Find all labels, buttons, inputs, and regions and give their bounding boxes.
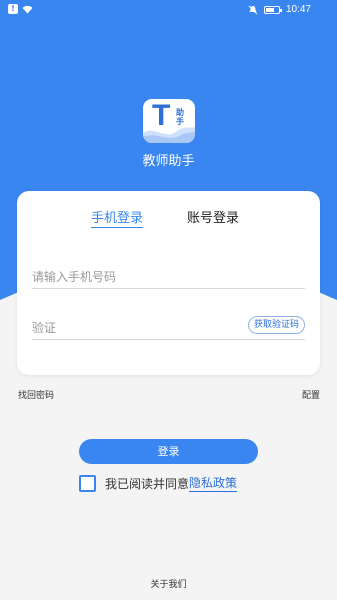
clock: 10:47 <box>285 4 311 15</box>
alert-icon: ! <box>8 4 18 14</box>
tab-phone-login[interactable]: 手机登录 <box>91 207 144 228</box>
about-us-link[interactable]: 关于我们 <box>0 577 337 590</box>
code-placeholder: 验证 <box>32 321 57 335</box>
agreement-row: 我已阅读并同意 隐私政策 <box>79 474 238 492</box>
login-card: 手机登录 账号登录 请输入手机号码 验证 获取验证码 <box>17 191 320 375</box>
wifi-icon <box>22 5 33 13</box>
forgot-password-link[interactable]: 找回密码 <box>18 388 54 401</box>
battery-level <box>265 7 274 12</box>
app-logo: T 助手 <box>143 99 195 143</box>
config-link[interactable]: 配置 <box>302 388 320 401</box>
get-code-button[interactable]: 获取验证码 <box>247 316 305 334</box>
agreement-text: 我已阅读并同意 <box>105 476 190 491</box>
bell-off-icon <box>248 5 258 14</box>
status-bar: ! 10:47 <box>0 0 337 22</box>
login-button[interactable]: 登录 <box>79 439 258 464</box>
phone-placeholder: 请输入手机号码 <box>32 270 117 284</box>
privacy-policy-link[interactable]: 隐私政策 <box>189 474 238 492</box>
battery-icon <box>263 5 282 14</box>
app-name: 教师助手 <box>142 154 195 169</box>
phone-input[interactable]: 请输入手机号码 <box>32 267 305 289</box>
agree-checkbox[interactable] <box>79 474 96 492</box>
tab-account-login[interactable]: 账号登录 <box>187 207 239 226</box>
code-input[interactable]: 验证 获取验证码 <box>32 316 305 340</box>
logo-wave-icon <box>143 127 195 143</box>
